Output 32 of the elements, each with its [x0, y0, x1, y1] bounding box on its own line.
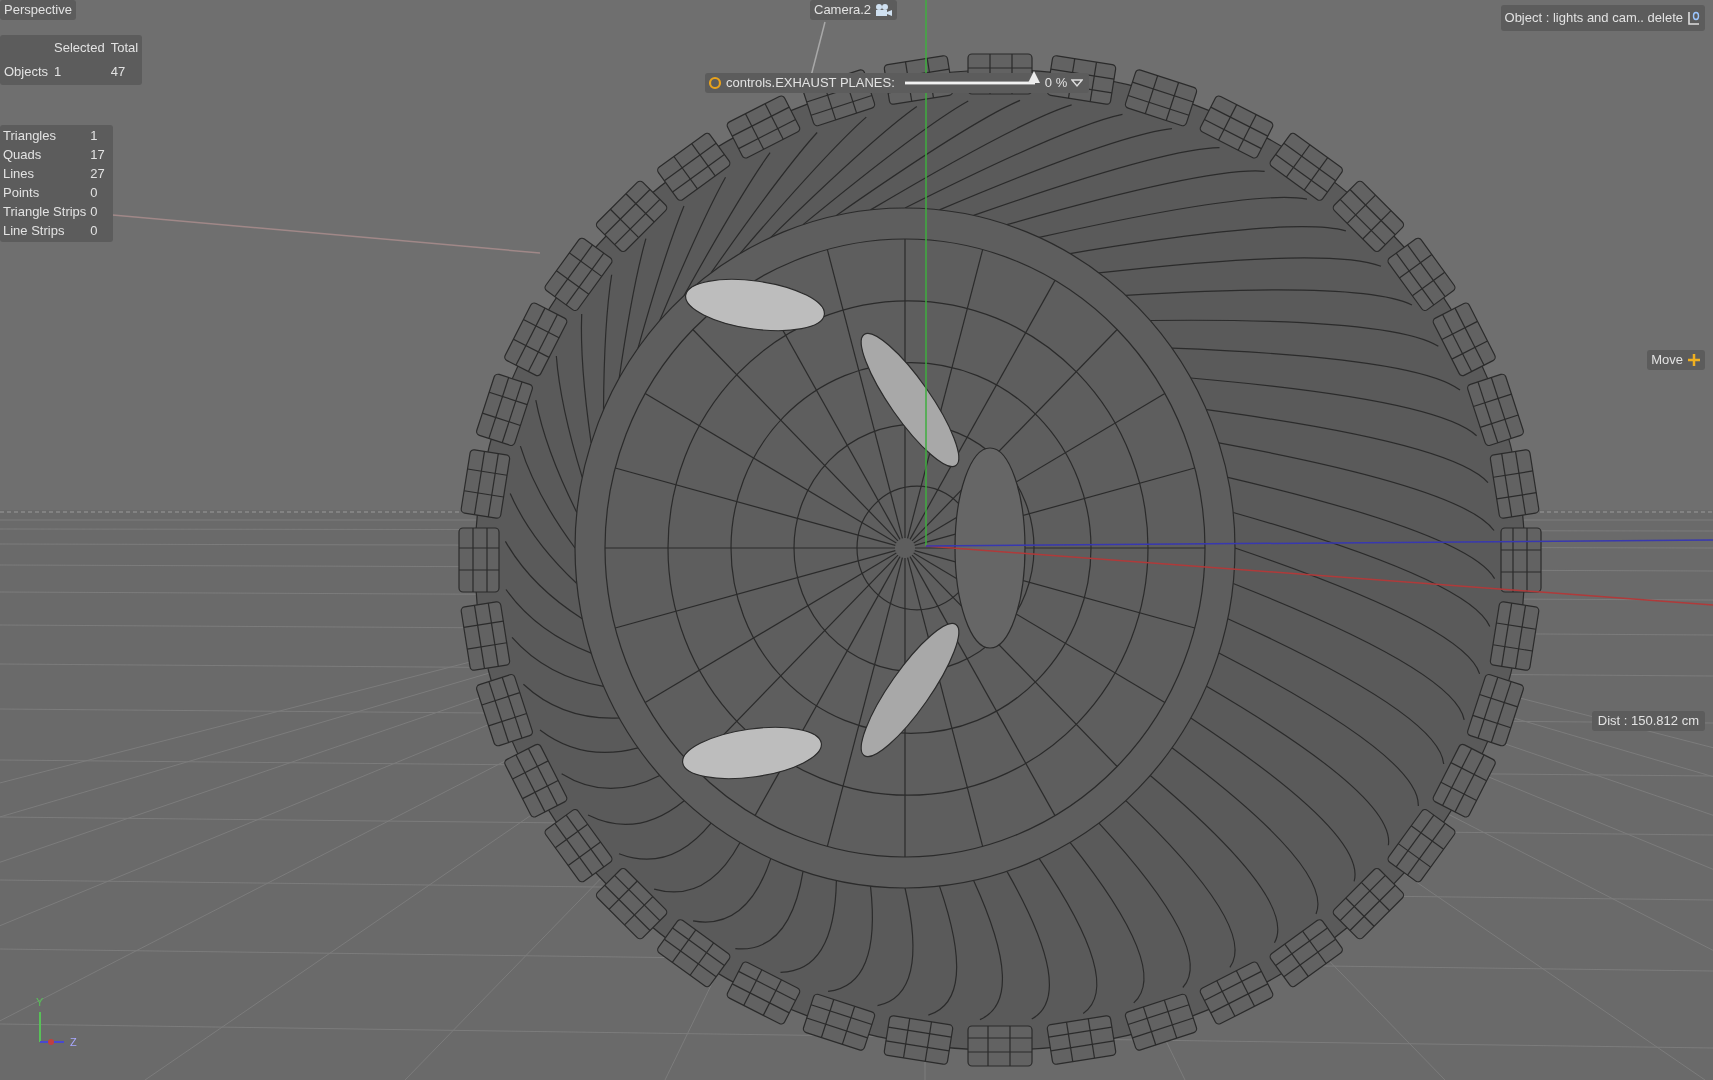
stat-value: 0: [90, 203, 99, 221]
stat-value: 17: [90, 146, 105, 164]
stat-value: 27: [90, 165, 105, 183]
slider-thumb[interactable]: [1026, 70, 1041, 84]
axis-label: Y: [36, 996, 44, 1008]
viewport-name-label: Perspective: [0, 0, 76, 20]
plus-icon: [1687, 353, 1701, 367]
parameter-label: controls.EXHAUST PLANES:: [726, 74, 895, 92]
stat-label: Triangles: [3, 127, 57, 145]
object-info-text: Object : lights and cam.. delete: [1504, 9, 1683, 27]
stat-value: 0: [90, 222, 99, 240]
distance-label: Dist : 150.812 cm: [1591, 711, 1705, 731]
stat-label: Points: [3, 184, 41, 202]
selected-count: 1: [54, 63, 63, 81]
stat-label: Quads: [3, 146, 43, 164]
dropdown-icon[interactable]: [1071, 78, 1084, 88]
tool-name: Move: [1651, 351, 1683, 369]
stat-label: Triangle Strips: [3, 203, 87, 221]
slider-value: 0 %: [1044, 74, 1068, 92]
stat-value: 1: [90, 127, 99, 145]
stat-label: Lines: [3, 165, 36, 183]
total-count: 47: [110, 63, 127, 81]
stat-value: 0: [90, 184, 99, 202]
camera-icon: [875, 3, 894, 17]
column-header: Selected: [54, 39, 105, 57]
camera-name: Camera.2: [814, 1, 872, 19]
row-label: Objects: [4, 63, 49, 81]
ring-icon: [708, 76, 722, 90]
column-header: Total: [110, 39, 139, 57]
stat-label: Line Strips: [3, 222, 66, 240]
layer-icon: [1687, 10, 1701, 26]
axis-label: Z: [70, 1036, 77, 1048]
